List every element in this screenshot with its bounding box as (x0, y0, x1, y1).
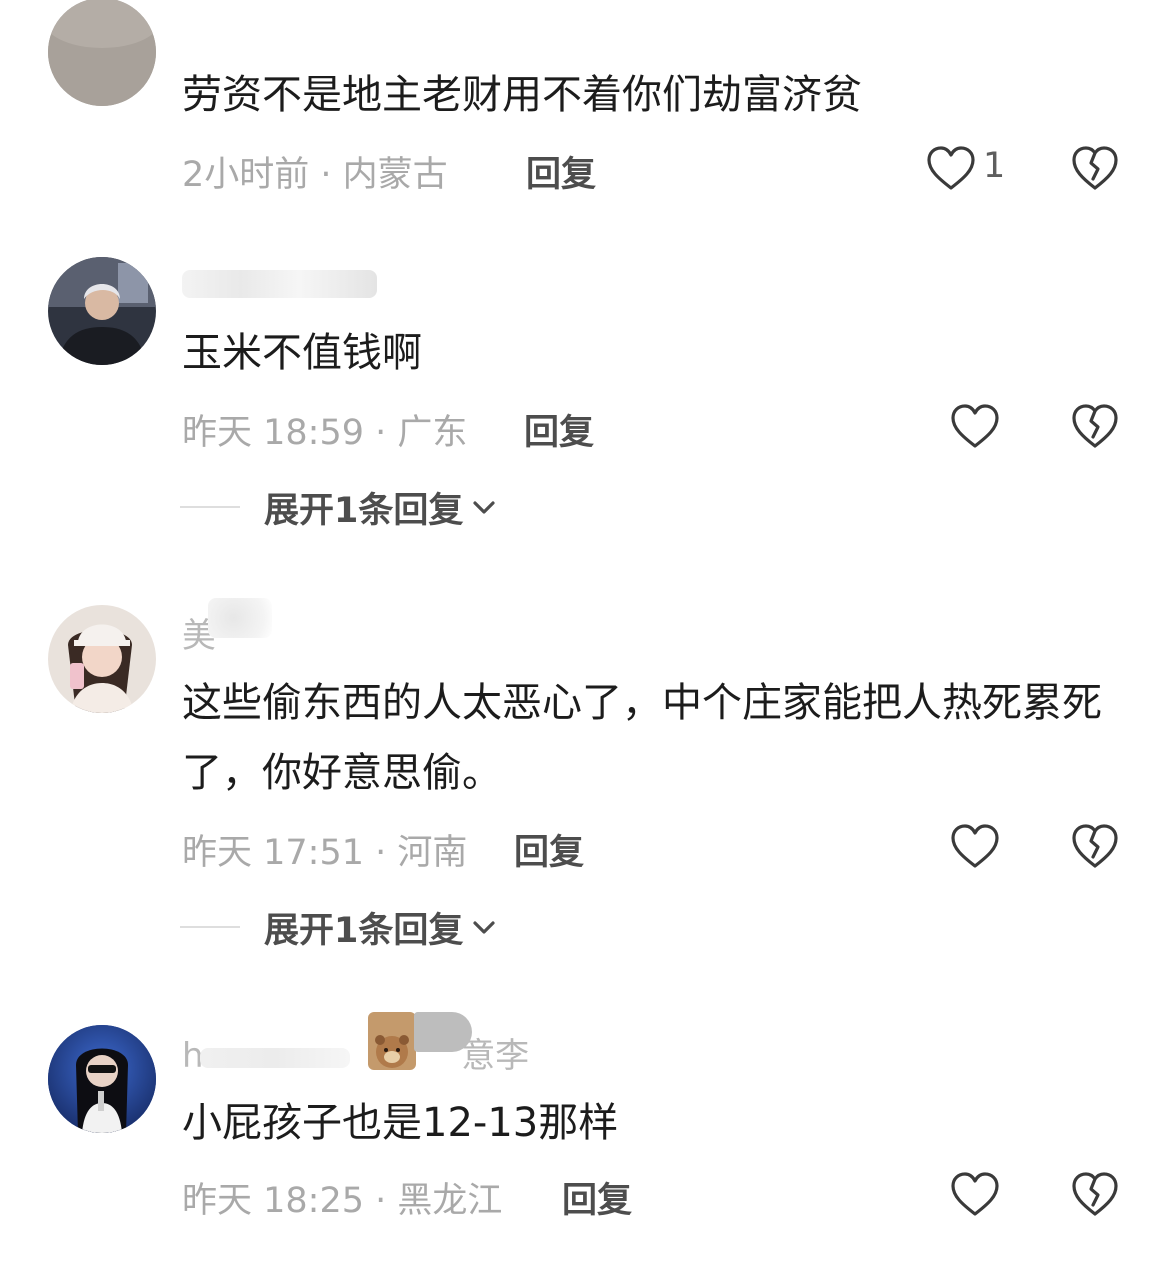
broken-heart-icon[interactable] (1071, 1171, 1119, 1217)
broken-heart-icon[interactable] (1071, 403, 1119, 449)
reply-button[interactable]: 回复 (562, 1172, 632, 1223)
avatar-image (48, 1025, 156, 1133)
heart-outline-icon[interactable] (950, 1171, 1000, 1217)
comment-text: 玉米不值钱啊 (182, 330, 422, 376)
reply-button[interactable]: 回复 (526, 146, 596, 197)
redaction-blur (200, 1048, 350, 1068)
expand-replies-label: 展开1条回复 (264, 490, 464, 531)
expand-replies-label: 展开1条回复 (264, 910, 464, 951)
broken-heart-icon[interactable] (1071, 823, 1119, 869)
reply-button[interactable]: 回复 (514, 824, 584, 875)
like-count: 1 (983, 146, 1006, 186)
heart-outline-icon[interactable] (950, 823, 1000, 869)
bear-emoji-icon (368, 1012, 416, 1070)
avatar[interactable] (48, 1025, 156, 1133)
divider-line (180, 926, 240, 928)
heart-outline-icon[interactable] (926, 145, 976, 191)
comment-meta: 昨天 18:59 · 广东 (182, 413, 468, 453)
comment-text: 这些偷东西的人太恶心了，中个庄家能把人热死累死了，你好意思偷。 (182, 680, 1102, 796)
comment-meta: 昨天 18:25 · 黑龙江 (182, 1181, 503, 1221)
comment-text: 劳资不是地主老财用不着你们劫富济贫 (182, 72, 862, 118)
avatar-image (48, 0, 156, 106)
comment-text: 小屁孩子也是12-13那样 (182, 1100, 619, 1146)
expand-replies-button[interactable]: 展开1条回复 (180, 484, 497, 531)
comment-meta: 昨天 17:51 · 河南 (182, 833, 468, 873)
divider-line (180, 506, 240, 508)
avatar[interactable] (48, 257, 156, 365)
redaction-blur (414, 1012, 472, 1052)
comment-meta: 2小时前 · 内蒙古 (182, 155, 448, 195)
redaction-blur (208, 598, 272, 638)
chevron-down-icon (473, 921, 495, 934)
reply-button[interactable]: 回复 (524, 404, 594, 455)
broken-heart-icon[interactable] (1071, 145, 1119, 191)
expand-replies-button[interactable]: 展开1条回复 (180, 904, 497, 951)
chevron-down-icon (473, 501, 495, 514)
avatar[interactable] (48, 605, 156, 713)
redaction-blur (182, 270, 377, 298)
heart-outline-icon[interactable] (950, 403, 1000, 449)
avatar[interactable] (48, 0, 156, 106)
avatar-image (48, 257, 156, 365)
avatar-image (48, 605, 156, 713)
